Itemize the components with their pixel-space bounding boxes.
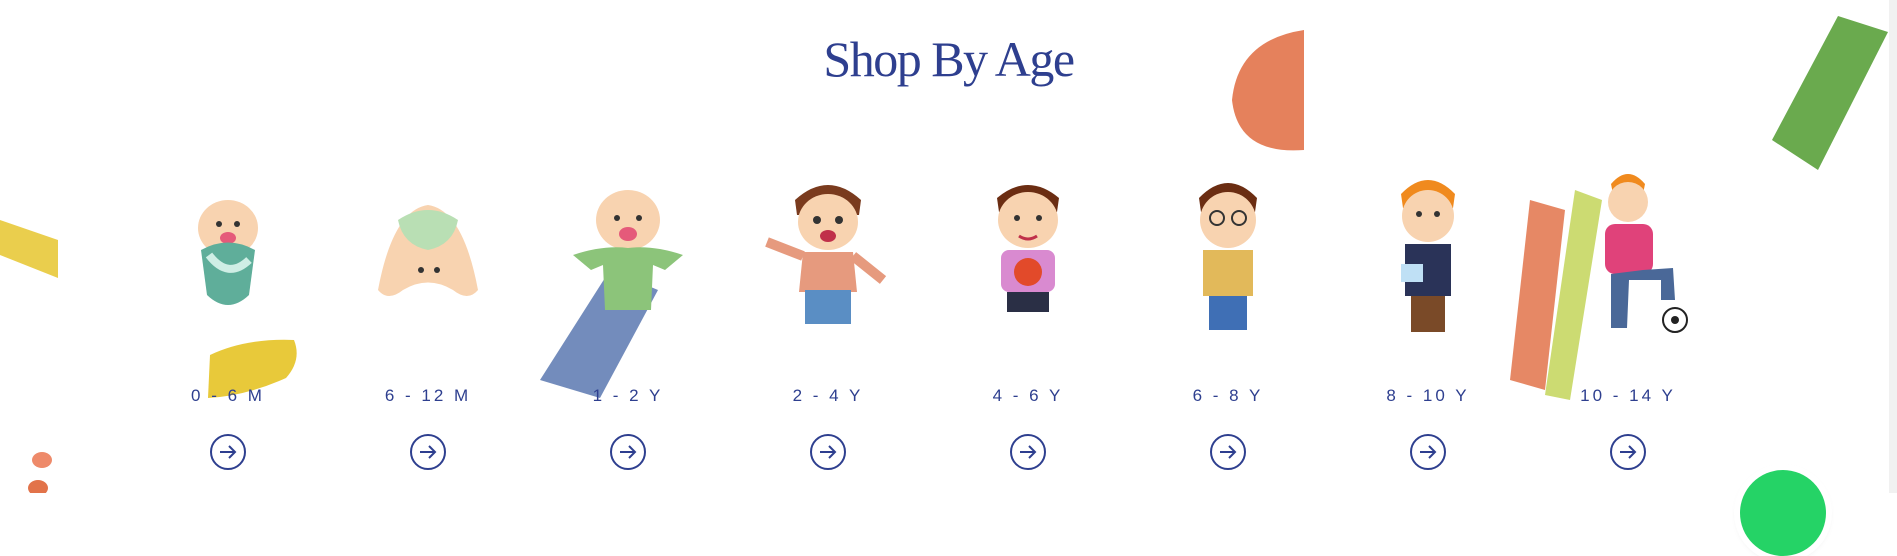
age-label: 1 - 2 Y — [592, 386, 664, 405]
baby-crawling-icon — [378, 205, 478, 296]
arrow-right-circle-icon[interactable] — [210, 434, 246, 470]
section-title: Shop By Age — [823, 31, 1075, 87]
boy-notebook-icon — [1401, 180, 1455, 332]
arrow-right-circle-icon[interactable] — [610, 434, 646, 470]
page-scrollbar[interactable] — [1889, 0, 1897, 493]
age-label: 4 - 6 Y — [992, 386, 1064, 405]
age-card-1-2y[interactable]: 1 - 2 Y — [528, 160, 728, 480]
age-label: 0 - 6 M — [191, 386, 265, 405]
child-basketball-icon — [997, 185, 1059, 312]
age-label: 10 - 14 Y — [1580, 386, 1676, 405]
yellow-scribble-left — [0, 220, 58, 278]
whatsapp-icon[interactable] — [1740, 470, 1826, 556]
arrow-right-circle-icon[interactable] — [410, 434, 446, 470]
age-card-4-6y[interactable]: 4 - 6 Y — [928, 160, 1128, 480]
age-card-10-14y[interactable]: 10 - 14 Y — [1528, 160, 1728, 480]
age-card-6-12m[interactable]: 6 - 12 M — [328, 160, 528, 480]
toddler-icon — [573, 190, 683, 310]
child-waving-icon — [765, 185, 887, 324]
arrow-right-circle-icon[interactable] — [1610, 434, 1646, 470]
orange-dot-left — [28, 452, 52, 493]
age-card-2-4y[interactable]: 2 - 4 Y — [728, 160, 928, 480]
teen-football-icon — [1605, 174, 1688, 333]
arrow-right-circle-icon[interactable] — [810, 434, 846, 470]
age-label: 8 - 10 Y — [1386, 386, 1470, 405]
arrow-right-circle-icon[interactable] — [1410, 434, 1446, 470]
age-label: 6 - 8 Y — [1192, 386, 1264, 405]
arrow-right-circle-icon[interactable] — [1010, 434, 1046, 470]
age-label: 2 - 4 Y — [792, 386, 864, 405]
arrow-right-circle-icon[interactable] — [1210, 434, 1246, 470]
age-card-8-10y[interactable]: 8 - 10 Y — [1328, 160, 1528, 480]
child-backpack-icon — [1199, 183, 1257, 330]
age-card-0-6m[interactable]: 0 - 6 M — [128, 160, 328, 480]
age-label: 6 - 12 M — [384, 386, 472, 405]
age-card-6-8y[interactable]: 6 - 8 Y — [1128, 160, 1328, 480]
baby-swaddled-icon — [198, 200, 258, 305]
